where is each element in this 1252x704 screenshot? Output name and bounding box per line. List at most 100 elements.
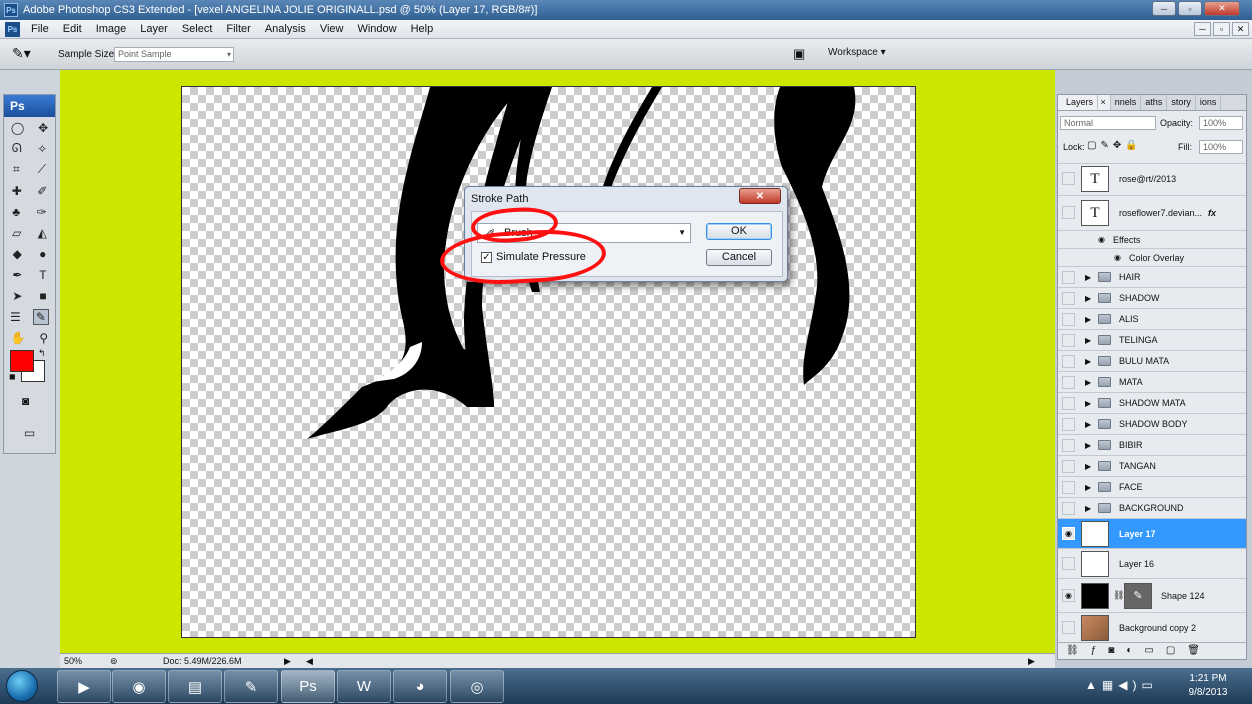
clock[interactable]: 1:21 PM 9/8/2013 xyxy=(1185,672,1231,700)
maximize-button[interactable]: ▫ xyxy=(1178,1,1202,16)
pen-app-taskbar-icon[interactable]: ✎ xyxy=(224,670,278,703)
move-tool-icon[interactable]: ✥ xyxy=(38,121,48,135)
zoom-level[interactable]: 50% xyxy=(64,656,82,666)
doc-close-button[interactable]: ✕ xyxy=(1232,22,1249,36)
swap-colors-icon[interactable]: ↰ xyxy=(38,348,46,359)
stamp-tool-icon[interactable]: ♣ xyxy=(12,205,20,219)
visibility-toggle[interactable] xyxy=(1062,354,1075,368)
trash-icon[interactable]: 🗑 xyxy=(1187,645,1212,656)
doc-minimize-button[interactable]: ─ xyxy=(1194,22,1211,36)
sample-size-select[interactable]: Point Sample ▾ xyxy=(114,47,234,62)
effects-row[interactable]: ◉ Effects xyxy=(1058,230,1246,248)
document-canvas[interactable] xyxy=(181,86,916,638)
new-layer-icon[interactable]: ▢ xyxy=(1166,645,1187,656)
visibility-toggle[interactable] xyxy=(1062,396,1075,410)
chrome-taskbar-icon[interactable]: ◉ xyxy=(112,670,166,703)
fill-input[interactable]: 100% xyxy=(1199,140,1243,154)
volume-icon[interactable]: ◀) xyxy=(1118,678,1141,692)
layer-row-layer-16[interactable]: Layer 16 xyxy=(1058,548,1246,578)
layer-row-text-2[interactable]: T roseflower7.devian... fx xyxy=(1058,195,1246,229)
close-button[interactable]: ✕ xyxy=(1204,1,1240,16)
eyedropper-tool-icon[interactable]: ✎▾ xyxy=(12,45,31,62)
status-menu-arrow-icon[interactable]: ▶ xyxy=(284,656,291,667)
expand-arrow-icon[interactable]: ▶ xyxy=(1085,462,1091,471)
fx-icon[interactable]: ƒ xyxy=(1091,645,1109,656)
menu-layer[interactable]: Layer xyxy=(133,23,175,35)
eye-icon[interactable]: ◉ xyxy=(1114,253,1121,262)
expand-arrow-icon[interactable]: ▶ xyxy=(1085,357,1091,366)
doc-restore-button[interactable]: ▫ xyxy=(1213,22,1230,36)
network-icon[interactable]: ▦ xyxy=(1102,678,1118,692)
layer-group-alis[interactable]: ▶ ALIS xyxy=(1058,308,1246,329)
blend-mode-select[interactable]: Normal xyxy=(1060,116,1156,130)
magic-wand-tool-icon[interactable]: ✧ xyxy=(37,142,47,156)
media-player-taskbar-icon[interactable]: ▶ xyxy=(57,670,111,703)
expand-arrow-icon[interactable]: ▶ xyxy=(1085,294,1091,303)
expand-arrow-icon[interactable]: ▶ xyxy=(1085,399,1091,408)
visibility-toggle[interactable] xyxy=(1062,621,1075,634)
layer-group-background[interactable]: ▶ BACKGROUND xyxy=(1058,497,1246,518)
foreground-color-swatch[interactable] xyxy=(10,350,34,372)
layer-group-shadow-body[interactable]: ▶ SHADOW BODY xyxy=(1058,413,1246,434)
paint-bucket-tool-icon[interactable]: ◭ xyxy=(38,226,47,240)
crop-tool-icon[interactable]: ⌗ xyxy=(13,162,20,177)
dodge-tool-icon[interactable]: ● xyxy=(39,247,46,261)
visibility-toggle[interactable] xyxy=(1062,438,1075,452)
tab-actions[interactable]: ions xyxy=(1196,95,1222,110)
minimize-button[interactable]: ─ xyxy=(1152,1,1176,16)
visibility-toggle[interactable] xyxy=(1062,206,1075,219)
expand-arrow-icon[interactable]: ▶ xyxy=(1085,441,1091,450)
expand-arrow-icon[interactable]: ▶ xyxy=(1085,483,1091,492)
visibility-toggle[interactable] xyxy=(1062,312,1075,326)
menu-view[interactable]: View xyxy=(313,23,351,35)
action-center-icon[interactable]: ▭ xyxy=(1141,678,1157,692)
mask-icon[interactable]: ◙ xyxy=(1108,645,1126,656)
visibility-toggle[interactable] xyxy=(1062,333,1075,347)
show-hidden-icons[interactable]: ▲ xyxy=(1085,678,1102,692)
link-layers-icon[interactable]: ⛓ xyxy=(1066,645,1091,656)
pen-tool-icon[interactable]: ✒ xyxy=(12,268,22,282)
menu-filter[interactable]: Filter xyxy=(219,23,257,35)
eraser-tool-icon[interactable]: ▱ xyxy=(12,226,21,240)
cancel-button[interactable]: Cancel xyxy=(706,249,772,266)
tab-history[interactable]: story xyxy=(1167,95,1196,110)
layer-group-face[interactable]: ▶ FACE xyxy=(1058,476,1246,497)
visibility-toggle[interactable] xyxy=(1062,417,1075,431)
menu-analysis[interactable]: Analysis xyxy=(258,23,313,35)
lasso-tool-icon[interactable]: ᘏ xyxy=(12,141,22,156)
eye-icon[interactable]: ◉ xyxy=(1098,235,1105,244)
menu-edit[interactable]: Edit xyxy=(56,23,89,35)
visibility-toggle[interactable] xyxy=(1062,459,1075,473)
menu-file[interactable]: File xyxy=(24,23,56,35)
visibility-toggle[interactable] xyxy=(1062,291,1075,305)
dialog-close-button[interactable]: ✕ xyxy=(739,188,781,204)
paint-taskbar-icon[interactable]: ◕ xyxy=(393,670,447,703)
eyedropper-tool-icon[interactable]: ✎ xyxy=(32,308,49,325)
app-taskbar-icon[interactable]: ◎ xyxy=(450,670,504,703)
word-taskbar-icon[interactable]: W xyxy=(337,670,391,703)
hand-tool-icon[interactable]: ✋ xyxy=(11,331,26,345)
expand-arrow-icon[interactable]: ▶ xyxy=(1085,420,1091,429)
default-colors-icon[interactable]: ◼ xyxy=(9,372,16,381)
layer-row-text-1[interactable]: T rose@rt//2013 xyxy=(1058,163,1246,193)
visibility-toggle[interactable] xyxy=(1062,270,1075,284)
layer-row-layer-17[interactable]: ◉ Layer 17 xyxy=(1058,518,1246,548)
adjustment-icon[interactable]: ◐ xyxy=(1126,645,1144,656)
brush-tool-icon[interactable]: ✐ xyxy=(37,184,47,198)
menu-help[interactable]: Help xyxy=(404,23,441,35)
visibility-toggle[interactable] xyxy=(1062,375,1075,389)
explorer-taskbar-icon[interactable]: ▤ xyxy=(168,670,222,703)
history-brush-tool-icon[interactable]: ✑ xyxy=(37,205,47,219)
quick-mask-icon[interactable]: ◙ xyxy=(22,394,29,408)
healing-tool-icon[interactable]: ✚ xyxy=(12,184,22,198)
layer-group-bibir[interactable]: ▶ BIBIR xyxy=(1058,434,1246,455)
menu-select[interactable]: Select xyxy=(175,23,220,35)
visibility-toggle[interactable] xyxy=(1062,501,1075,515)
layer-group-shadow-mata[interactable]: ▶ SHADOW MATA xyxy=(1058,392,1246,413)
layer-group-tangan[interactable]: ▶ TANGAN xyxy=(1058,455,1246,476)
type-tool-icon[interactable]: T xyxy=(39,268,46,282)
zoom-tool-icon[interactable]: ⚲ xyxy=(39,331,48,345)
expand-arrow-icon[interactable]: ▶ xyxy=(1085,315,1091,324)
expand-arrow-icon[interactable]: ▶ xyxy=(1085,504,1091,513)
blur-tool-icon[interactable]: ◆ xyxy=(13,247,22,261)
